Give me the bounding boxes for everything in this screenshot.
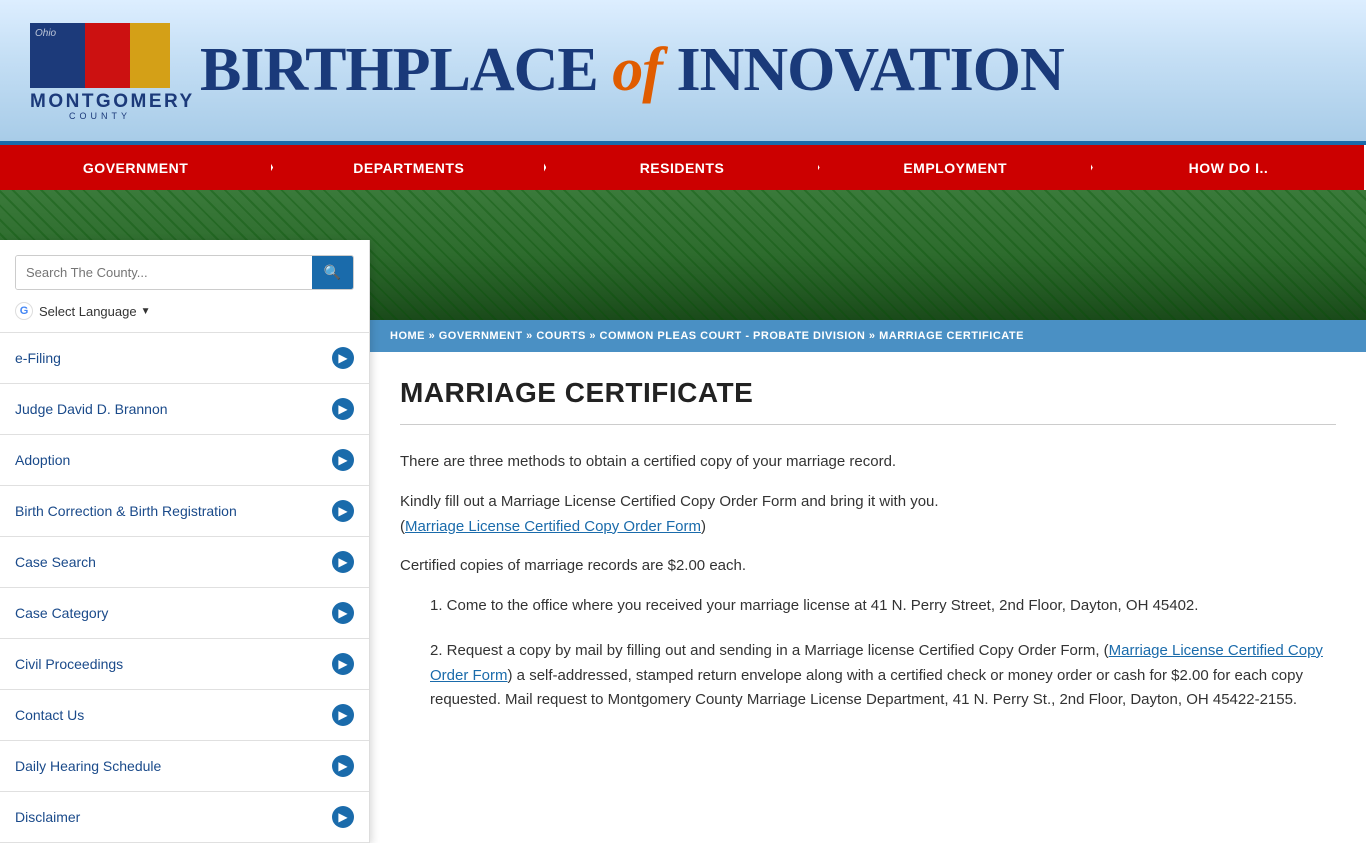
google-translate-widget[interactable]: G Select Language ▼ <box>15 302 354 320</box>
sidebar-label-casecategory: Case Category <box>15 605 108 621</box>
translate-label: Select Language <box>39 304 137 319</box>
arrow-icon-hearing: ▶ <box>332 755 354 777</box>
breadcrumb-sep4: » <box>869 330 879 342</box>
arrow-icon-contact: ▶ <box>332 704 354 726</box>
arrow-icon-civil: ▶ <box>332 653 354 675</box>
county-logo: Ohio MONTGOMERY COUNTY <box>30 23 170 118</box>
sidebar-item-birth[interactable]: Birth Correction & Birth Registration ▶ <box>0 486 369 537</box>
form-link-1[interactable]: Marriage License Certified Copy Order Fo… <box>405 518 701 535</box>
language-select[interactable]: Select Language ▼ <box>39 304 151 319</box>
content-intro1: There are three methods to obtain a cert… <box>400 450 1336 475</box>
main-layout: 🔍 G Select Language ▼ e-Filing ▶ Judge D… <box>0 320 1366 820</box>
sidebar-label-adoption: Adoption <box>15 452 70 468</box>
logo-area: Ohio MONTGOMERY COUNTY <box>20 23 180 118</box>
nav-howdoi[interactable]: HOW DO I.. <box>1093 145 1366 190</box>
breadcrumb-home[interactable]: HOME <box>390 330 425 342</box>
sidebar-item-judge[interactable]: Judge David D. Brannon ▶ <box>0 384 369 435</box>
sidebar-label-hearing: Daily Hearing Schedule <box>15 758 161 774</box>
logo-panel-red <box>85 23 130 88</box>
search-box[interactable]: 🔍 <box>15 255 354 290</box>
sidebar-label-disclaimer: Disclaimer <box>15 809 80 825</box>
sidebar-label-birth: Birth Correction & Birth Registration <box>15 503 237 519</box>
method2-suffix: ) a self-addressed, stamped return envel… <box>430 667 1303 709</box>
intro2-text: Kindly fill out a Marriage License Certi… <box>400 493 939 510</box>
breadcrumb-court-name[interactable]: COMMON PLEAS COURT - PROBATE DIVISION <box>600 330 866 342</box>
sidebar-item-adoption[interactable]: Adoption ▶ <box>0 435 369 486</box>
method1-text: 1. Come to the office where you received… <box>430 597 1198 614</box>
sidebar-label-casesearch: Case Search <box>15 554 96 570</box>
arrow-icon-disclaimer: ▶ <box>332 806 354 828</box>
translate-arrow-icon: ▼ <box>141 306 151 317</box>
main-nav: GOVERNMENT DEPARTMENTS RESIDENTS EMPLOYM… <box>0 145 1366 190</box>
breadcrumb: HOME » GOVERNMENT » COURTS » COMMON PLEA… <box>370 320 1366 352</box>
breadcrumb-sep2: » <box>526 330 536 342</box>
logo-panel-gold <box>130 23 170 88</box>
sidebar-label-contact: Contact Us <box>15 707 84 723</box>
logo-flag: Ohio <box>30 23 170 88</box>
breadcrumb-sep3: » <box>589 330 599 342</box>
nav-departments[interactable]: DEPARTMENTS <box>273 145 546 190</box>
nav-residents[interactable]: RESIDENTS <box>546 145 819 190</box>
arrow-icon-casecategory: ▶ <box>332 602 354 624</box>
title-divider <box>400 424 1336 425</box>
sidebar: 🔍 G Select Language ▼ e-Filing ▶ Judge D… <box>0 240 370 843</box>
sidebar-item-efiling[interactable]: e-Filing ▶ <box>0 333 369 384</box>
method-2: 2. Request a copy by mail by filling out… <box>430 639 1336 713</box>
sidebar-item-civil[interactable]: Civil Proceedings ▶ <box>0 639 369 690</box>
content-intro2: Kindly fill out a Marriage License Certi… <box>400 490 1336 540</box>
arrow-icon-casesearch: ▶ <box>332 551 354 573</box>
sidebar-item-casecategory[interactable]: Case Category ▶ <box>0 588 369 639</box>
methods-list: 1. Come to the office where you received… <box>430 594 1336 713</box>
search-button[interactable]: 🔍 <box>312 256 353 289</box>
sidebar-item-contact[interactable]: Contact Us ▶ <box>0 690 369 741</box>
sidebar-item-disclaimer[interactable]: Disclaimer ▶ <box>0 792 369 843</box>
sidebar-label-judge: Judge David D. Brannon <box>15 401 168 417</box>
content-area: HOME » GOVERNMENT » COURTS » COMMON PLEA… <box>370 320 1366 820</box>
google-icon: G <box>15 302 33 320</box>
nav-government[interactable]: GOVERNMENT <box>0 145 273 190</box>
sidebar-label-efiling: e-Filing <box>15 350 61 366</box>
method-1: 1. Come to the office where you received… <box>430 594 1336 619</box>
arrow-icon-efiling: ▶ <box>332 347 354 369</box>
search-input[interactable] <box>16 256 312 289</box>
sidebar-label-civil: Civil Proceedings <box>15 656 123 672</box>
method2-prefix: 2. Request a copy by mail by filling out… <box>430 642 1109 659</box>
arrow-icon-adoption: ▶ <box>332 449 354 471</box>
arrow-icon-birth: ▶ <box>332 500 354 522</box>
site-header: Ohio MONTGOMERY COUNTY BIRTHPLACE of INN… <box>0 0 1366 145</box>
breadcrumb-government[interactable]: GOVERNMENT <box>439 330 523 342</box>
site-title: BIRTHPLACE of INNOVATION <box>200 35 1064 106</box>
sidebar-item-hearing[interactable]: Daily Hearing Schedule ▶ <box>0 741 369 792</box>
nav-employment[interactable]: EMPLOYMENT <box>820 145 1093 190</box>
breadcrumb-current: MARRIAGE CERTIFICATE <box>879 330 1024 342</box>
page-title: MARRIAGE CERTIFICATE <box>400 377 1336 409</box>
content-intro3: Certified copies of marriage records are… <box>400 554 1336 579</box>
logo-county-name: MONTGOMERY <box>30 92 170 111</box>
arrow-icon-judge: ▶ <box>332 398 354 420</box>
breadcrumb-courts[interactable]: COURTS <box>536 330 585 342</box>
main-content: MARRIAGE CERTIFICATE There are three met… <box>370 352 1366 758</box>
logo-panel-blue: Ohio <box>30 23 85 88</box>
sidebar-item-casesearch[interactable]: Case Search ▶ <box>0 537 369 588</box>
logo-county-sub: COUNTY <box>30 111 170 121</box>
breadcrumb-sep1: » <box>429 330 439 342</box>
